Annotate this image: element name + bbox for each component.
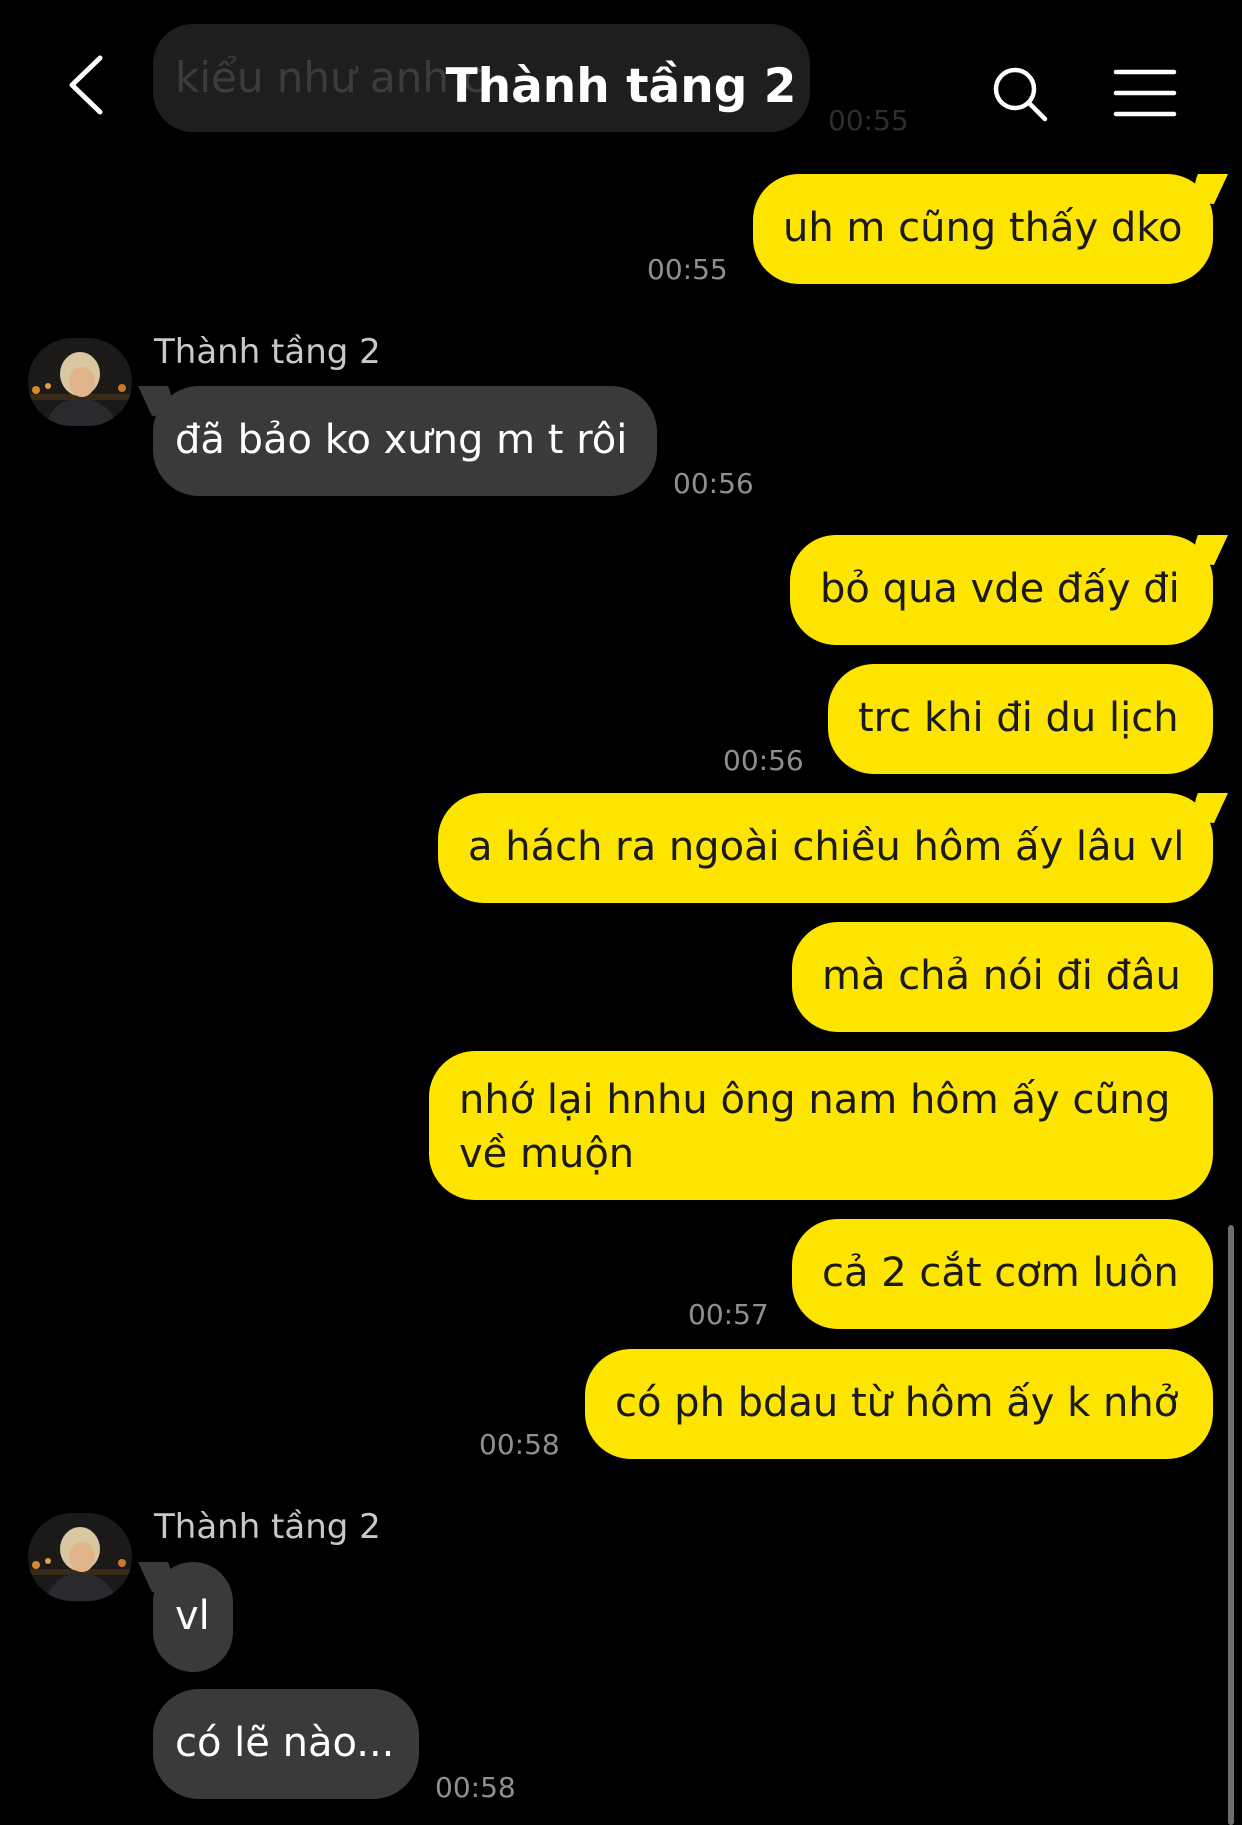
received-message-bubble[interactable]: có lẽ nào... [153, 1689, 419, 1799]
avatar[interactable] [28, 338, 132, 426]
chevron-left-icon [69, 55, 103, 115]
message-text: đã bảo ko xưng m t rôi [175, 417, 628, 463]
sent-message-bubble[interactable]: bỏ qua vde đấy đi [790, 535, 1213, 645]
message-text: có lẽ nào... [175, 1720, 395, 1766]
received-message-bubble[interactable]: vl [153, 1562, 233, 1672]
message-time: 00:55 [647, 253, 728, 286]
message-time: 00:56 [723, 744, 804, 777]
message-text: trc khi đi du lịch [858, 695, 1179, 741]
message-text: a hách ra ngoài chiều hôm ấy lâu vl [468, 824, 1185, 870]
search-icon [993, 67, 1048, 122]
message-text: cả 2 cắt cơm luôn [822, 1250, 1179, 1296]
sent-message-bubble[interactable]: nhớ lại hnhu ông nam hôm ấy cũng về muộn [429, 1051, 1213, 1200]
sent-message-bubble[interactable]: mà chả nói đi đâu [792, 922, 1213, 1032]
sent-message-bubble[interactable]: uh m cũng thấy dko [753, 174, 1213, 284]
sent-message-bubble[interactable]: a hách ra ngoài chiều hôm ấy lâu vl [438, 793, 1213, 903]
sent-message-bubble[interactable]: cả 2 cắt cơm luôn [792, 1219, 1213, 1329]
message-text: có ph bdau từ hôm ấy k nhở [615, 1380, 1179, 1426]
avatar-photo [28, 1513, 132, 1601]
avatar-photo [28, 338, 132, 426]
avatar[interactable] [28, 1513, 132, 1601]
message-text: bỏ qua vde đấy đi [820, 566, 1180, 612]
hamburger-menu-icon [1113, 69, 1177, 117]
sent-message-bubble[interactable]: trc khi đi du lịch [828, 664, 1213, 774]
received-message-bubble[interactable]: đã bảo ko xưng m t rôi [153, 386, 657, 496]
sender-name: Thành tầng 2 [154, 1507, 381, 1547]
menu-button[interactable] [1112, 66, 1178, 120]
message-time: 00:56 [673, 467, 754, 500]
message-text: nhớ lại hnhu ông nam hôm ấy cũng về muộn [459, 1077, 1171, 1177]
message-text: mà chả nói đi đâu [822, 953, 1181, 999]
chat-title: Thành tầng 2 [445, 59, 797, 114]
message-time: 00:58 [435, 1771, 516, 1804]
message-time: 00:57 [688, 1298, 769, 1331]
sender-name: Thành tầng 2 [154, 332, 381, 372]
search-button[interactable] [990, 64, 1050, 124]
sent-message-bubble[interactable]: có ph bdau từ hôm ấy k nhở [585, 1349, 1213, 1459]
message-time: 00:58 [479, 1428, 560, 1461]
message-text: uh m cũng thấy dko [783, 205, 1183, 251]
back-button[interactable] [60, 50, 120, 120]
message-text: vl [175, 1593, 210, 1639]
scrollbar[interactable] [1228, 1225, 1234, 1825]
